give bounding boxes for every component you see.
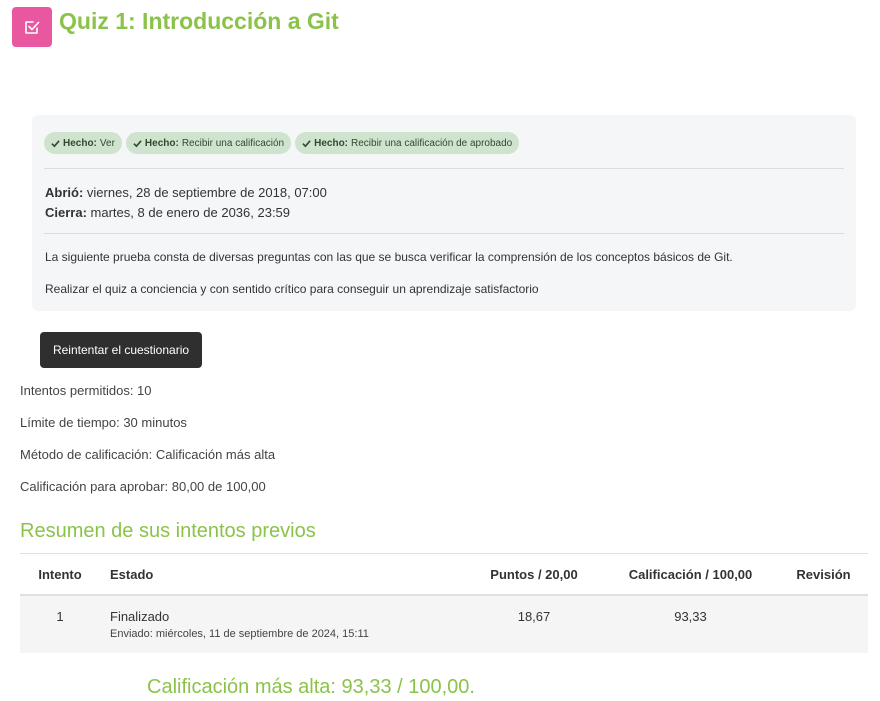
column-header-points: Puntos / 20,00 [466, 553, 602, 596]
quiz-dates: Abrió: viernes, 28 de septiembre de 2018… [45, 183, 327, 223]
attempt-state-cell: Finalizado Enviado: miércoles, 11 de sep… [100, 595, 466, 653]
column-header-grade: Calificación / 100,00 [602, 553, 779, 596]
column-header-state: Estado [100, 553, 466, 596]
checkmark-icon [302, 139, 311, 148]
completion-badge-pass: Hecho: Recibir una calificación de aproba… [295, 132, 520, 154]
attempt-state: Finalizado [110, 609, 170, 624]
page-header: Quiz 1: Introducción a Git [12, 7, 339, 47]
column-header-attempt: Intento [20, 553, 100, 596]
attempts-summary-title: Resumen de sus intentos previos [20, 520, 316, 542]
attempt-number: 1 [20, 595, 100, 653]
attempt-submitted: Enviado: miércoles, 11 de septiembre de … [110, 628, 369, 640]
time-limit: Límite de tiempo: 30 minutos [20, 415, 187, 430]
highest-grade: Calificación más alta: 93,33 / 100,00. [147, 676, 475, 698]
description-text: La siguiente prueba consta de diversas p… [45, 250, 733, 264]
column-header-review: Revisión [779, 553, 868, 596]
attempt-points: 18,67 [466, 595, 602, 653]
completion-badge-grade: Hecho: Recibir una calificación [125, 132, 292, 154]
divider [44, 168, 844, 169]
table-row: 1 Finalizado Enviado: miércoles, 11 de s… [20, 595, 868, 653]
divider [44, 233, 844, 234]
closes-date: Cierra: martes, 8 de enero de 2036, 23:5… [45, 205, 291, 220]
attempts-table: Intento Estado Puntos / 20,00 Calificaci… [20, 553, 868, 653]
passing-grade: Calificación para aprobar: 80,00 de 100,… [20, 479, 266, 494]
grading-method: Método de calificación: Calificación más… [20, 447, 276, 462]
completion-badge-view: Hecho: Ver [44, 132, 122, 154]
description-text: Realizar el quiz a conciencia y con sent… [45, 282, 539, 296]
opened-date: Abrió: viernes, 28 de septiembre de 2018… [45, 185, 327, 200]
page-title: Quiz 1: Introducción a Git [59, 8, 339, 34]
attempts-allowed: Intentos permitidos: 10 [20, 383, 152, 398]
checkmark-icon [51, 139, 60, 148]
activity-info-box: Hecho: Ver Hecho: Recibir una calificación… [32, 115, 856, 311]
attempt-grade: 93,33 [602, 595, 779, 653]
completion-conditions: Hecho: Ver Hecho: Recibir una calificación… [44, 132, 520, 154]
attempt-review [779, 595, 868, 653]
checkmark-icon [133, 139, 142, 148]
retry-quiz-button[interactable]: Reintentar el cuestionario [40, 332, 202, 368]
quiz-check-icon [12, 7, 52, 47]
table-header-row: Intento Estado Puntos / 20,00 Calificaci… [20, 553, 868, 596]
